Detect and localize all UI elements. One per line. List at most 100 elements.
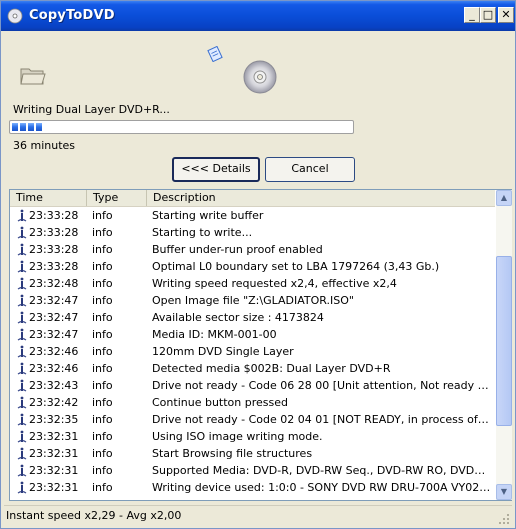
log-row[interactable]: 23:32:47 info Available sector size : 4173… <box>10 309 495 326</box>
log-row[interactable]: 23:32:46 info Detected media $002B: Dual L… <box>10 360 495 377</box>
title-bar[interactable]: CopyToDVD _ □ ✕ <box>1 1 515 31</box>
log-description: Starting to write... <box>152 226 253 239</box>
log-type: info <box>92 209 113 222</box>
maximize-button[interactable]: □ <box>480 7 496 23</box>
log-time: 23:32:31 <box>29 447 79 460</box>
vertical-scrollbar[interactable]: ▲ ▼ <box>496 190 512 500</box>
minimize-button[interactable]: _ <box>464 7 480 23</box>
column-header-description[interactable]: Description <box>147 190 495 206</box>
log-row[interactable]: 23:33:28 info Starting to write... <box>10 224 495 241</box>
progress-block <box>20 123 26 131</box>
app-disc-icon <box>7 8 23 24</box>
log-row[interactable]: 23:32:47 info Open Image file "Z:\GLADIATO… <box>10 292 495 309</box>
log-time: 23:32:31 <box>29 430 79 443</box>
progress-bar <box>9 120 354 134</box>
log-type: info <box>92 277 113 290</box>
log-description: Optimal L0 boundary set to LBA 1797264 (… <box>152 260 440 273</box>
scroll-down-button[interactable]: ▼ <box>496 484 512 500</box>
log-time: 23:32:31 <box>29 481 79 494</box>
log-time: 23:32:48 <box>29 277 79 290</box>
progress-block <box>12 123 18 131</box>
progress-block <box>36 123 42 131</box>
info-icon <box>17 243 27 256</box>
log-description: Available sector size : 4173824 <box>152 311 324 324</box>
log-row[interactable]: 23:32:43 info Drive not ready - Code 06 28… <box>10 377 495 394</box>
log-row[interactable]: 23:32:31 info Start Browsing file structur… <box>10 445 495 462</box>
info-icon <box>17 328 27 341</box>
log-row[interactable]: 23:32:31 info Supported Media: DVD-R, DVD-… <box>10 462 495 479</box>
log-time: 23:32:46 <box>29 345 79 358</box>
log-type: info <box>92 379 113 392</box>
log-type: info <box>92 430 113 443</box>
log-row[interactable]: 23:32:42 info Continue button pressed <box>10 394 495 411</box>
log-row[interactable]: 23:33:28 info Optimal L0 boundary set to L… <box>10 258 495 275</box>
scroll-thumb[interactable] <box>496 256 512 426</box>
copytodvd-window: CopyToDVD _ □ ✕ Writing Dual Layer DVD+R… <box>0 0 516 529</box>
log-time: 23:33:28 <box>29 243 79 256</box>
log-time: 23:32:35 <box>29 413 79 426</box>
log-time: 23:32:43 <box>29 379 79 392</box>
log-type: info <box>92 413 113 426</box>
log-type: info <box>92 294 113 307</box>
log-time: 23:33:28 <box>29 209 79 222</box>
info-icon <box>17 311 27 324</box>
log-description: Supported Media: DVD-R, DVD-RW Seq., DVD… <box>152 464 492 477</box>
cancel-button[interactable]: Cancel <box>265 157 355 182</box>
speed-status: Instant speed x2,29 - Avg x2,00 <box>6 509 182 522</box>
log-type: info <box>92 447 113 460</box>
log-type: info <box>92 260 113 273</box>
log-row[interactable]: 23:32:35 info Drive not ready - Code 02 04… <box>10 411 495 428</box>
dvd-disc-icon <box>243 60 277 94</box>
log-description: Drive not ready - Code 02 04 01 [NOT REA… <box>152 413 492 426</box>
info-icon <box>17 379 27 392</box>
info-icon <box>17 396 27 409</box>
log-time: 23:32:47 <box>29 294 79 307</box>
log-row[interactable]: 23:32:31 info Using ISO image writing mode… <box>10 428 495 445</box>
log-time: 23:32:46 <box>29 362 79 375</box>
info-icon <box>17 277 27 290</box>
info-icon <box>17 294 27 307</box>
column-header-time[interactable]: Time <box>10 190 87 206</box>
log-time: 23:32:42 <box>29 396 79 409</box>
log-description: Drive not ready - Code 06 28 00 [Unit at… <box>152 379 492 392</box>
log-type: info <box>92 481 113 494</box>
info-icon <box>17 260 27 273</box>
log-row[interactable]: 23:32:46 info 120mm DVD Single Layer <box>10 343 495 360</box>
log-description: Start Browsing file structures <box>152 447 313 460</box>
info-icon <box>17 226 27 239</box>
log-description: Open Image file "Z:\GLADIATOR.ISO" <box>152 294 354 307</box>
log-time: 23:32:47 <box>29 311 79 324</box>
column-header-type[interactable]: Type <box>87 190 147 206</box>
scroll-up-button[interactable]: ▲ <box>496 190 512 206</box>
log-description: Using ISO image writing mode. <box>152 430 323 443</box>
log-time: 23:33:28 <box>29 226 79 239</box>
log-type: info <box>92 328 113 341</box>
log-row[interactable]: 23:32:48 info Writing speed requested x2,4… <box>10 275 495 292</box>
log-type: info <box>92 226 113 239</box>
log-description: Writing device used: 1:0:0 - SONY DVD RW… <box>152 481 492 494</box>
resize-grip-icon[interactable] <box>498 513 510 525</box>
info-icon <box>17 209 27 222</box>
log-row[interactable]: 23:32:47 info Media ID: MKM-001-00 <box>10 326 495 343</box>
log-description: Starting write buffer <box>152 209 264 222</box>
log-time: 23:33:28 <box>29 260 79 273</box>
log-row[interactable]: 23:33:28 info Buffer under-run proof enabl… <box>10 241 495 258</box>
log-type: info <box>92 464 113 477</box>
log-time: 23:32:31 <box>29 464 79 477</box>
info-icon <box>17 464 27 477</box>
info-icon <box>17 481 27 494</box>
log-description: 120mm DVD Single Layer <box>152 345 294 358</box>
close-button[interactable]: ✕ <box>498 7 514 23</box>
info-icon <box>17 430 27 443</box>
log-row[interactable]: 23:32:31 info Writing device used: 1:0:0 -… <box>10 479 495 496</box>
log-rows: 23:33:28 info Starting write buffer 23:33:2… <box>10 207 495 500</box>
log-header: Time Type Description <box>10 190 495 207</box>
time-remaining: 36 minutes <box>13 139 76 152</box>
log-description: Writing speed requested x2,4, effective … <box>152 277 397 290</box>
status-bar: Instant speed x2,29 - Avg x2,00 <box>4 505 512 527</box>
client-area: Writing Dual Layer DVD+R... 36 minutes <… <box>4 31 512 527</box>
log-list[interactable]: Time Type Description 23:33:28 info Starti… <box>9 189 512 501</box>
log-row[interactable]: 23:33:28 info Starting write buffer <box>10 207 495 224</box>
details-button[interactable]: <<< Details <box>172 157 260 182</box>
window-title: CopyToDVD <box>29 8 115 23</box>
